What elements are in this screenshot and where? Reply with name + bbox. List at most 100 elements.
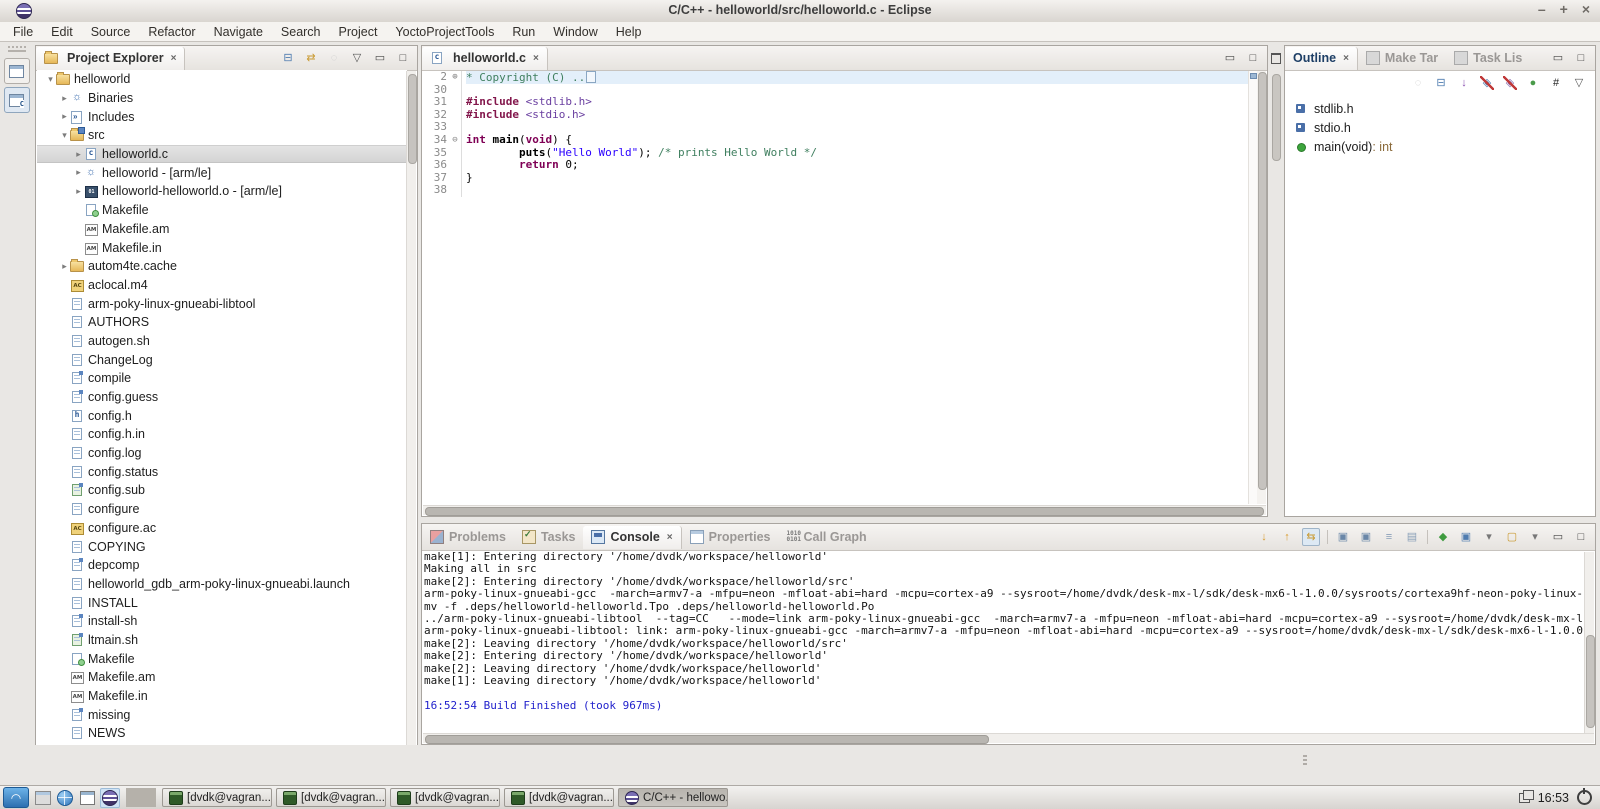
tab-call-graph[interactable]: 1010 0101Call Graph	[778, 526, 874, 549]
console-vertical-scrollbar[interactable]	[1584, 552, 1594, 733]
menu-edit[interactable]: Edit	[42, 23, 82, 41]
tree-expand-arrow[interactable]: ▸	[73, 167, 84, 178]
taskbar-button--dvdk-vagran-[interactable]: [dvdk@vagran...	[276, 788, 386, 807]
menu-help[interactable]: Help	[607, 23, 651, 41]
code-editor[interactable]: 2⊕* Copyright (C) ..3031#include <stdlib…	[423, 71, 1249, 504]
restore-view-button[interactable]	[4, 58, 30, 84]
tree-item-config-h-in[interactable]: config.h.in	[37, 425, 407, 444]
tab-task-lis[interactable]: Task Lis	[1446, 47, 1530, 70]
tree-collapse-arrow[interactable]: ▾	[45, 74, 56, 85]
outline-item-main-void-[interactable]: main(void) : int	[1295, 137, 1595, 156]
tree-item-configure-ac[interactable]: ACconfigure.ac	[37, 519, 407, 538]
tree-item-config-status[interactable]: config.status	[37, 462, 407, 481]
folded-region-box[interactable]	[586, 71, 596, 83]
display-console-icon[interactable]: ▣	[1458, 529, 1474, 545]
tree-item-config-guess[interactable]: config.guess	[37, 388, 407, 407]
power-icon[interactable]	[1577, 790, 1592, 805]
menu-navigate[interactable]: Navigate	[205, 23, 272, 41]
tree-item-helloworld-helloworld-o-arm-le-[interactable]: ▸01helloworld-helloworld.o - [arm/le]	[37, 182, 407, 201]
outline-item-stdio-h[interactable]: stdio.h	[1295, 118, 1595, 137]
tree-item-makefile-am[interactable]: AMMakefile.am	[37, 220, 407, 239]
tree-item-changelog[interactable]: ChangeLog	[37, 350, 407, 369]
editor-horizontal-scrollbar[interactable]	[423, 505, 1266, 515]
tab-problems[interactable]: Problems	[422, 526, 514, 549]
tab-properties[interactable]: Properties	[682, 526, 779, 549]
menu-source[interactable]: Source	[82, 23, 140, 41]
project-tree-vertical-scrollbar[interactable]	[406, 71, 416, 745]
menu-search[interactable]: Search	[272, 23, 330, 41]
menu-refactor[interactable]: Refactor	[139, 23, 204, 41]
tree-item-src[interactable]: ▾src	[37, 126, 407, 145]
tree-item-makefile-in[interactable]: AMMakefile.in	[37, 687, 407, 706]
open-console-menu-icon[interactable]: ▾	[1527, 529, 1543, 545]
tree-item-missing[interactable]: missing	[37, 705, 407, 724]
minimize-window-button[interactable]: –	[1538, 1, 1546, 17]
app-menu-button[interactable]: ◠	[3, 787, 29, 808]
minimized-view-strip[interactable]	[1270, 45, 1282, 517]
desktop-button[interactable]	[78, 789, 96, 807]
menu-file[interactable]: File	[4, 23, 42, 41]
tab-make-tar[interactable]: Make Tar	[1358, 47, 1446, 70]
maximize-icon[interactable]: □	[1245, 50, 1261, 66]
menu-window[interactable]: Window	[544, 23, 606, 41]
maximize-icon[interactable]: □	[1573, 50, 1589, 66]
tree-item-authors[interactable]: AUTHORS	[37, 313, 407, 332]
collapse-all-icon[interactable]: ⊟	[280, 50, 296, 66]
maximize-icon[interactable]: □	[395, 50, 411, 66]
close-icon[interactable]: ×	[171, 53, 177, 64]
project-tree[interactable]: ▾helloworld▸☼Binaries▸Includes▾src▸chell…	[37, 70, 407, 746]
fold-toggle-icon[interactable]: ⊕	[449, 71, 462, 84]
scroll-lock-icon[interactable]: ▣	[1358, 529, 1374, 545]
clear-console-icon[interactable]: ▤	[1404, 529, 1420, 545]
minimize-icon[interactable]: ▭	[1550, 50, 1566, 66]
tree-expand-arrow[interactable]: ▸	[73, 186, 84, 197]
tree-item-makefile[interactable]: Makefile	[37, 649, 407, 668]
toolbar-grip[interactable]	[8, 46, 26, 52]
hide-fields-icon[interactable]: ◈	[1479, 75, 1495, 91]
tab-tasks[interactable]: Tasks	[514, 526, 584, 549]
minimize-icon[interactable]: ▭	[372, 50, 388, 66]
close-icon[interactable]: ×	[1343, 53, 1349, 64]
restore-icon[interactable]	[1271, 53, 1281, 64]
sort-icon[interactable]: ↓	[1456, 75, 1472, 91]
tree-item-config-log[interactable]: config.log	[37, 444, 407, 463]
tree-item-helloworld-gdb-arm-poky-linux-gnueabi-launch[interactable]: helloworld_gdb_arm-poky-linux-gnueabi.la…	[37, 575, 407, 594]
tree-item-depcomp[interactable]: depcomp	[37, 556, 407, 575]
maximize-window-button[interactable]: +	[1560, 1, 1568, 17]
focus-icon[interactable]: ◌	[1410, 75, 1426, 91]
taskbar-button-c-c-hellowo-[interactable]: C/C++ - hellowo...	[618, 788, 728, 807]
show-on-output-icon[interactable]: ⇆	[1302, 528, 1320, 546]
tree-expand-arrow[interactable]: ▸	[59, 261, 70, 272]
window-titlebar[interactable]: C/C++ - helloworld/src/helloworld.c - Ec…	[0, 0, 1600, 23]
tab-outline[interactable]: Outline×	[1285, 47, 1358, 70]
tab-console[interactable]: Console×	[583, 526, 681, 549]
minimize-icon[interactable]: ▭	[1222, 50, 1238, 66]
sash-grip[interactable]	[1303, 755, 1307, 765]
tree-item-ltmain-sh[interactable]: ltmain.sh	[37, 631, 407, 650]
tree-item-helloworld-arm-le-[interactable]: ▸☼helloworld - [arm/le]	[37, 163, 407, 182]
tree-item-makefile-in[interactable]: AMMakefile.in	[37, 238, 407, 257]
maximize-icon[interactable]: □	[1573, 529, 1589, 545]
tree-item-makefile-am[interactable]: AMMakefile.am	[37, 668, 407, 687]
view-menu-icon[interactable]: ▽	[349, 50, 365, 66]
view-menu-icon[interactable]: ▽	[1571, 75, 1587, 91]
tree-item-makefile[interactable]: Makefile	[37, 201, 407, 220]
tree-item-includes[interactable]: ▸Includes	[37, 107, 407, 126]
taskbar-button--dvdk-vagran-[interactable]: [dvdk@vagran...	[162, 788, 272, 807]
menu-run[interactable]: Run	[503, 23, 544, 41]
tree-item-configure[interactable]: configure	[37, 500, 407, 519]
tree-item-binaries[interactable]: ▸☼Binaries	[37, 89, 407, 108]
tree-item-compile[interactable]: compile	[37, 369, 407, 388]
strip-scrollbar[interactable]	[1272, 74, 1281, 161]
editor-vertical-scrollbar[interactable]	[1257, 71, 1266, 504]
overview-ruler[interactable]	[1248, 71, 1257, 504]
close-icon[interactable]: ×	[533, 53, 539, 64]
tree-item-autom4te-cache[interactable]: ▸autom4te.cache	[37, 257, 407, 276]
tab-helloworld-c[interactable]: c helloworld.c ×	[422, 47, 548, 70]
hide-non-public-icon[interactable]: ●	[1525, 75, 1541, 91]
outline-list[interactable]: stdlib.hstdio.hmain(void) : int	[1285, 95, 1595, 156]
tree-expand-arrow[interactable]: ▸	[59, 93, 70, 104]
collapse-all-icon[interactable]: ⊟	[1433, 75, 1449, 91]
close-icon[interactable]: ×	[667, 532, 673, 543]
terminal-icon[interactable]: ▣	[1335, 529, 1351, 545]
